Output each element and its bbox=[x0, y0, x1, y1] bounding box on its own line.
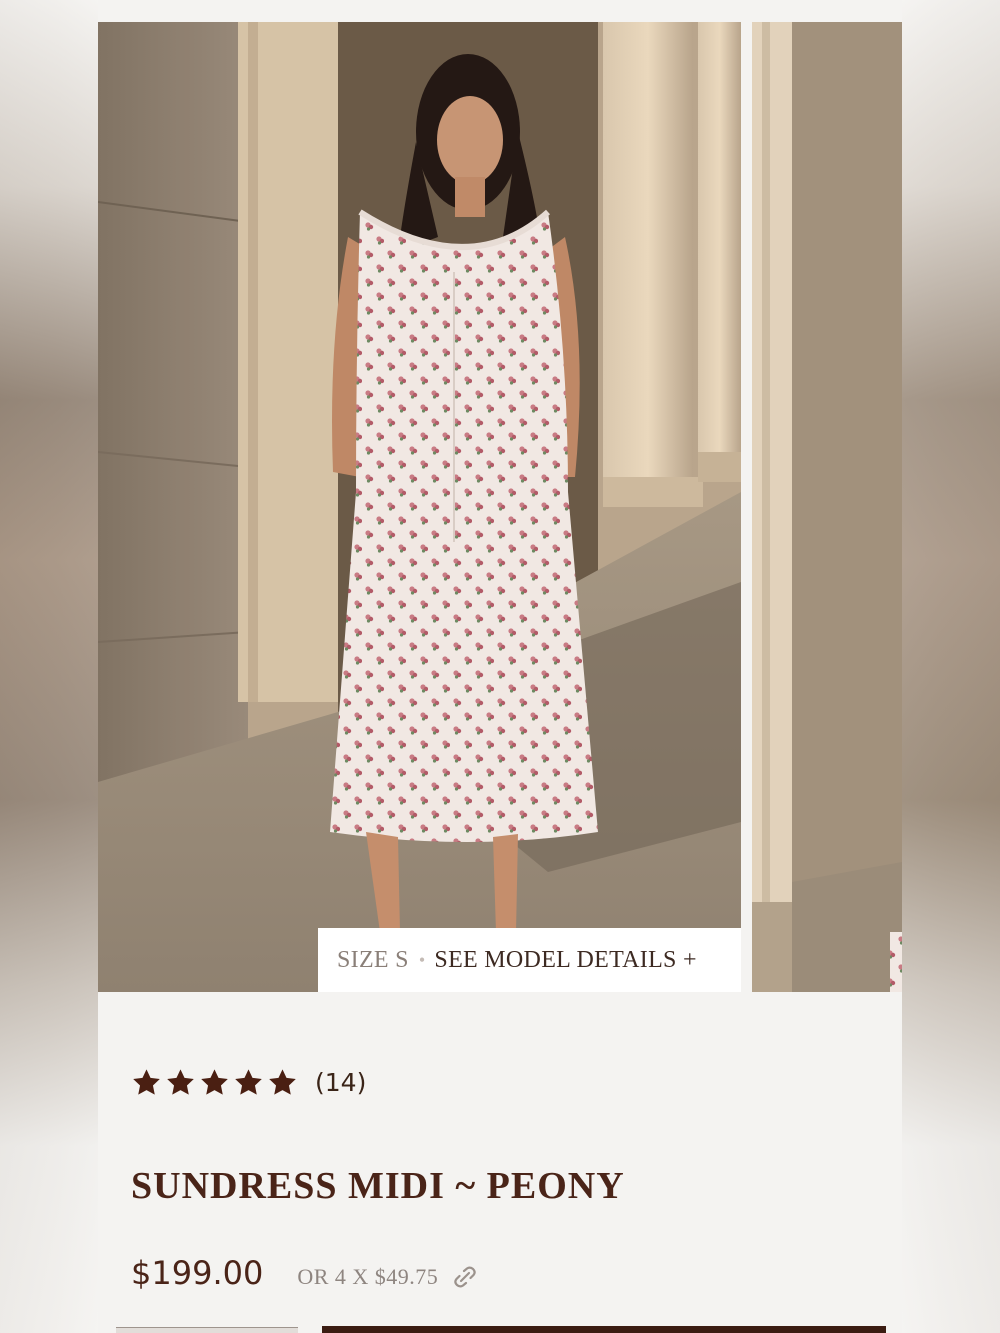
see-model-details-link[interactable]: SEE MODEL DETAILS + bbox=[434, 947, 696, 974]
star-icon bbox=[201, 1068, 228, 1095]
product-image-main[interactable]: SIZE S • SEE MODEL DETAILS + bbox=[98, 22, 741, 992]
product-price: $199.00 bbox=[131, 1254, 264, 1292]
product-title: SUNDRESS MIDI ~ PEONY bbox=[131, 1165, 625, 1207]
star-icon bbox=[235, 1068, 262, 1095]
price-row: $199.00 OR 4 X $49.75 bbox=[131, 1254, 478, 1292]
product-photo bbox=[98, 22, 741, 992]
add-to-cart-button-edge[interactable] bbox=[322, 1326, 886, 1333]
link-chain-icon bbox=[454, 1266, 477, 1288]
model-size-label: SIZE S bbox=[337, 946, 409, 973]
product-rating[interactable]: (14) bbox=[131, 1064, 366, 1100]
product-page: SIZE S • SEE MODEL DETAILS + (14) SUNDRE… bbox=[98, 0, 902, 1333]
product-image-gallery[interactable]: SIZE S • SEE MODEL DETAILS + bbox=[98, 22, 902, 992]
size-selector-edge[interactable] bbox=[116, 1327, 298, 1333]
left-backdrop bbox=[0, 0, 98, 1333]
installment-text: OR 4 X $49.75 bbox=[297, 1264, 439, 1289]
installment-info[interactable]: OR 4 X $49.75 bbox=[297, 1264, 478, 1290]
model-details-tag[interactable]: SIZE S • SEE MODEL DETAILS + bbox=[318, 928, 741, 992]
product-image-next[interactable] bbox=[752, 22, 902, 992]
next-product-photo bbox=[752, 22, 902, 992]
right-backdrop bbox=[902, 0, 1000, 1333]
star-icon bbox=[133, 1068, 160, 1095]
star-icon bbox=[167, 1068, 194, 1095]
separator-dot: • bbox=[418, 949, 426, 970]
review-count[interactable]: (14) bbox=[315, 1068, 366, 1097]
star-icon bbox=[269, 1068, 296, 1095]
